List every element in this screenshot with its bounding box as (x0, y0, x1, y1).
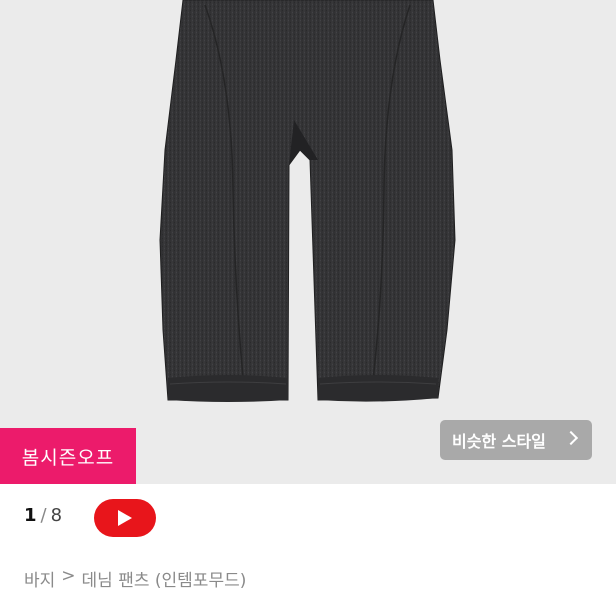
sale-badge: 봄시즌오프 (0, 428, 136, 484)
image-pager: 1 / 8 (24, 505, 62, 526)
breadcrumb-category[interactable]: 바지 (24, 566, 55, 591)
similar-style-button[interactable]: 비슷한 스타일 (440, 420, 592, 460)
product-image-carousel[interactable]: 비슷한 스타일 (0, 0, 616, 484)
breadcrumb-subcategory[interactable]: 데님 팬츠 (인템포무드) (82, 566, 247, 591)
current-image-index: 1 (24, 505, 37, 526)
video-play-button[interactable] (94, 499, 156, 537)
chevron-right-icon (563, 430, 579, 446)
product-image (159, 0, 456, 402)
total-image-count: 8 (50, 505, 63, 526)
breadcrumb: 바지 > 데님 팬츠 (인템포무드) (24, 566, 246, 591)
youtube-play-icon (118, 510, 132, 526)
pager-separator: / (40, 505, 47, 526)
similar-style-label: 비슷한 스타일 (452, 432, 546, 451)
breadcrumb-separator: > (61, 566, 76, 586)
sale-badge-label: 봄시즌오프 (21, 446, 115, 469)
product-detail-page: 비슷한 스타일 봄시즌오프 1 / 8 바지 > 데님 팬츠 (인템포무드) (0, 0, 616, 616)
